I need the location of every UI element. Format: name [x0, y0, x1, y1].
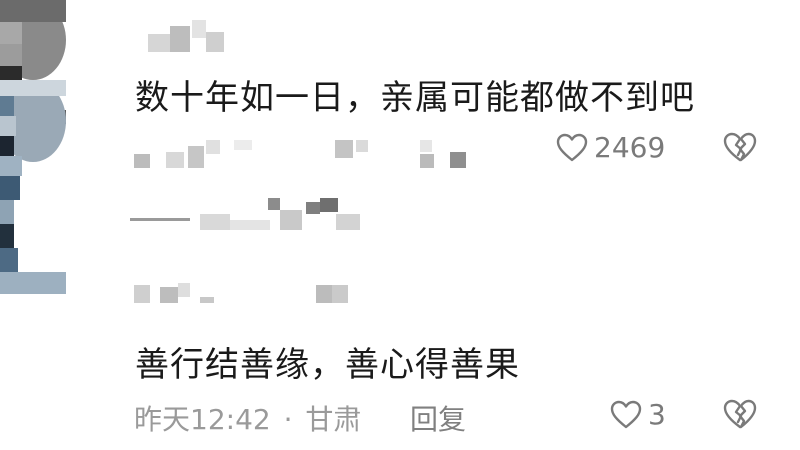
separator: · [283, 403, 293, 436]
avatar[interactable] [0, 0, 66, 124]
meta-redacted [130, 140, 490, 170]
timestamp: 昨天12:42 [134, 403, 271, 436]
broken-heart-icon[interactable] [722, 398, 758, 430]
username-redacted[interactable] [148, 20, 238, 52]
location: 甘肃 [305, 403, 362, 436]
username-redacted[interactable] [130, 283, 360, 307]
like-count: 2469 [594, 131, 666, 164]
like-count: 3 [648, 398, 666, 431]
heart-outline-icon [610, 400, 642, 428]
avatar[interactable] [0, 80, 66, 294]
comment-meta: 昨天12:42 · 甘肃 [134, 398, 361, 438]
like-button[interactable]: 3 [610, 398, 666, 431]
like-button[interactable]: 2469 [556, 131, 665, 164]
comment-text: 善行结善缘，善心得善果 [135, 345, 520, 385]
reply-button[interactable]: 回复 [410, 398, 466, 438]
comment-text: 数十年如一日，亲属可能都做不到吧 [135, 78, 695, 118]
broken-heart-icon[interactable] [722, 131, 758, 163]
heart-outline-icon [556, 133, 588, 161]
replies-redacted[interactable] [130, 198, 370, 230]
